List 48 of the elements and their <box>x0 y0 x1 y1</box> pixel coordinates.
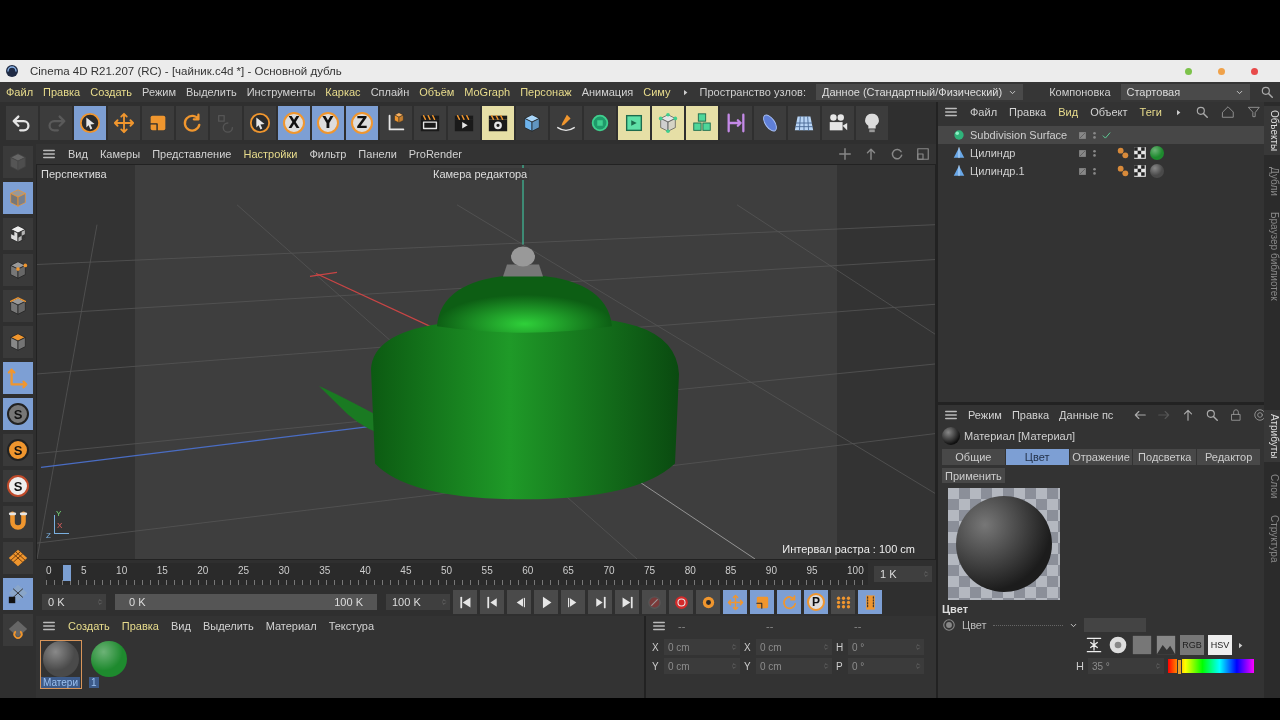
tick-label: 65 <box>562 564 574 576</box>
material-title: Материал [Материал] <box>964 430 1076 442</box>
tick-label: 95 <box>806 564 818 576</box>
range-start-label: 0 K <box>129 596 146 608</box>
tick-label: 45 <box>400 564 412 576</box>
node-space-label: Пространство узлов: <box>699 86 806 98</box>
tick-label: 85 <box>725 564 737 576</box>
tick-label: 80 <box>684 564 696 576</box>
tick-label: 5 <box>81 564 87 576</box>
tick-label: 15 <box>156 564 168 576</box>
axis-label: X <box>652 641 660 653</box>
material-name: 1 <box>89 677 99 688</box>
tick-label: 100 <box>847 564 864 576</box>
column-header: -- <box>854 620 863 632</box>
view-name: Перспектива <box>41 168 107 180</box>
object-name: Цилиндр.1 <box>970 165 1025 177</box>
tick-label: 30 <box>278 564 290 576</box>
window-title: Cinema 4D R21.207 (RC) - [чайник.c4d *] - Основной дубль <box>30 65 342 77</box>
tick-label: 0 <box>46 564 52 576</box>
tick-label: 60 <box>522 564 534 576</box>
tick-label: 20 <box>197 564 209 576</box>
tick-label: 35 <box>319 564 331 576</box>
tick-label: 40 <box>359 564 371 576</box>
axis-label: X <box>744 641 752 653</box>
axis-label: Y <box>744 660 752 672</box>
object-name: Цилиндр <box>970 147 1016 159</box>
tick-label: 90 <box>765 564 777 576</box>
tick-label: 55 <box>481 564 493 576</box>
axis-label: P <box>836 660 844 672</box>
tick-label: 50 <box>440 564 453 576</box>
tick-label: 25 <box>237 564 250 576</box>
column-header: -- <box>766 620 775 632</box>
object-name: Subdivision Surface <box>970 129 1068 141</box>
tick-label: 10 <box>116 564 128 576</box>
field-label: H <box>1076 660 1084 672</box>
range-end-label: 100 K <box>334 596 363 608</box>
axis-label: H <box>836 641 844 653</box>
tick-label: 70 <box>603 564 615 576</box>
column-header: -- <box>678 620 687 632</box>
material-name: Матери <box>41 677 80 688</box>
grid-interval-label: Интервал растра : 100 cm <box>782 543 915 555</box>
axis-gizmo: Y X Z <box>45 509 75 541</box>
section-heading: Цвет <box>942 603 969 615</box>
axis-label: Y <box>652 660 660 672</box>
camera-label: Камера редактора <box>431 168 530 180</box>
layout-label: Компоновка <box>1049 86 1111 98</box>
tick-label: 75 <box>644 564 656 576</box>
field-label: Цвет <box>962 619 987 631</box>
